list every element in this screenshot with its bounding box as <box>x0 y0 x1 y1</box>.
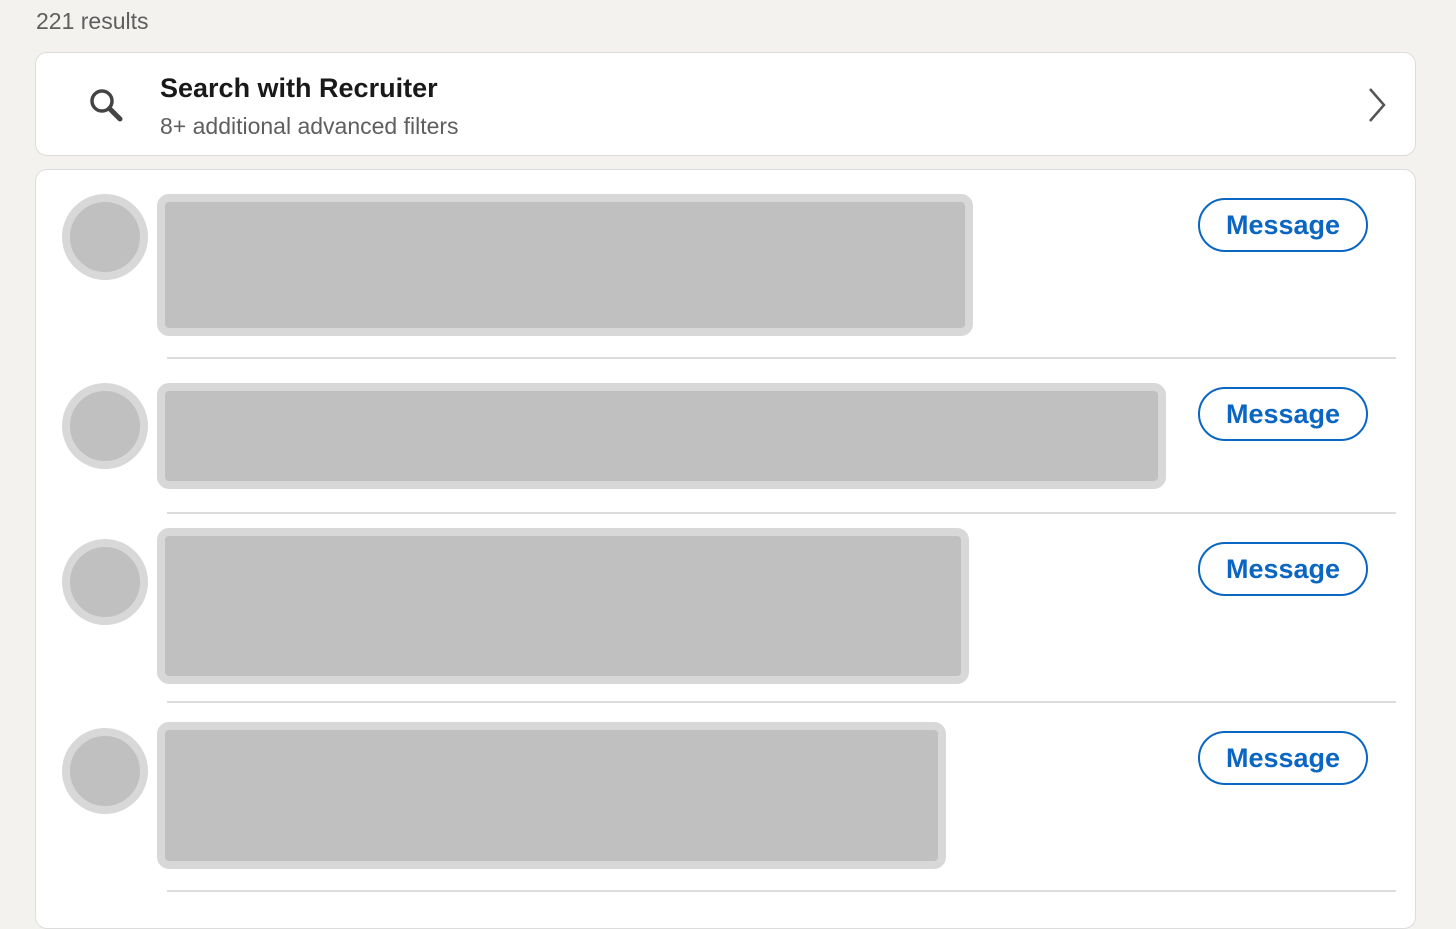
row-divider <box>167 357 1396 359</box>
search-icon <box>90 89 123 122</box>
results-count: 221 results <box>36 8 149 34</box>
recruiter-title: Search with Recruiter <box>160 73 438 103</box>
message-button[interactable]: Message <box>1198 731 1368 785</box>
message-button[interactable]: Message <box>1198 542 1368 596</box>
row-divider <box>167 512 1396 514</box>
profile-placeholder[interactable] <box>157 194 973 336</box>
chevron-right-icon <box>1369 88 1386 122</box>
message-button[interactable]: Message <box>1198 387 1368 441</box>
people-results-list: Message Message Message Message <box>35 169 1416 929</box>
profile-placeholder[interactable] <box>157 722 946 869</box>
search-with-recruiter-card[interactable]: Search with Recruiter 8+ additional adva… <box>35 52 1416 156</box>
recruiter-subtitle: 8+ additional advanced filters <box>160 113 459 139</box>
profile-placeholder[interactable] <box>157 528 969 684</box>
avatar[interactable] <box>62 539 148 625</box>
profile-placeholder[interactable] <box>157 383 1166 489</box>
avatar[interactable] <box>62 383 148 469</box>
avatar[interactable] <box>62 728 148 814</box>
row-divider <box>167 701 1396 703</box>
avatar[interactable] <box>62 194 148 280</box>
message-button[interactable]: Message <box>1198 198 1368 252</box>
row-divider <box>167 890 1396 892</box>
